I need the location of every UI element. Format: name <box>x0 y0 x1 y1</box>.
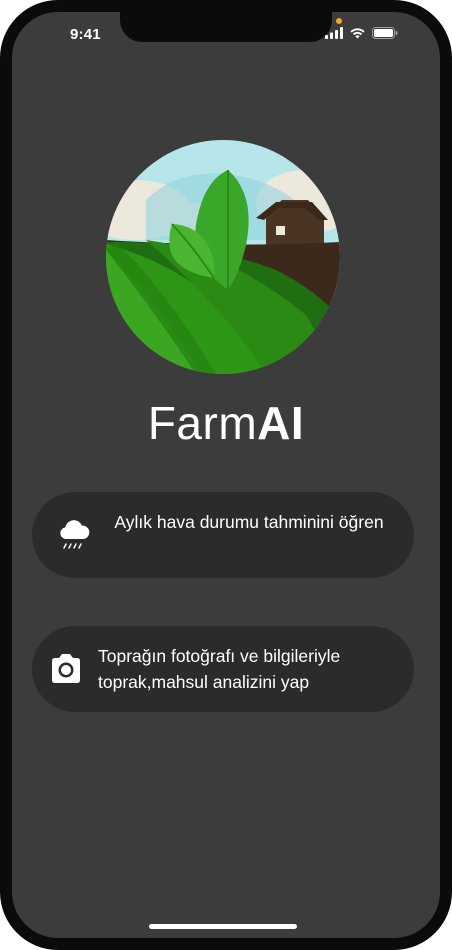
status-time: 9:41 <box>70 26 101 43</box>
app-title: FarmAI <box>12 396 440 450</box>
wifi-icon <box>350 28 365 39</box>
privacy-indicator-dot <box>336 18 342 24</box>
cellular-signal-icon <box>325 27 343 39</box>
phone-frame: 9:41 FarmAI Aylık hava durumu tahminini … <box>0 0 452 950</box>
status-icons <box>325 27 398 39</box>
app-screen: 9:41 FarmAI Aylık hava durumu tahminini … <box>12 12 440 938</box>
battery-icon <box>372 27 398 39</box>
app-title-ai: AI <box>257 397 305 449</box>
soil-analysis-label: Toprağın fotoğrafı ve bilgileriyle topra… <box>98 646 341 692</box>
camera-icon <box>52 654 80 683</box>
soil-analysis-button[interactable]: Toprağın fotoğrafı ve bilgileriyle topra… <box>32 626 414 712</box>
device-notch <box>120 12 332 42</box>
app-title-farm: Farm <box>147 397 258 449</box>
weather-forecast-label: Aylık hava durumu tahminini öğren <box>114 512 384 532</box>
cloud-rain-icon <box>60 520 90 549</box>
weather-forecast-button[interactable]: Aylık hava durumu tahminini öğren <box>32 492 414 578</box>
home-indicator[interactable] <box>149 924 297 929</box>
farm-logo-illustration <box>106 140 340 374</box>
